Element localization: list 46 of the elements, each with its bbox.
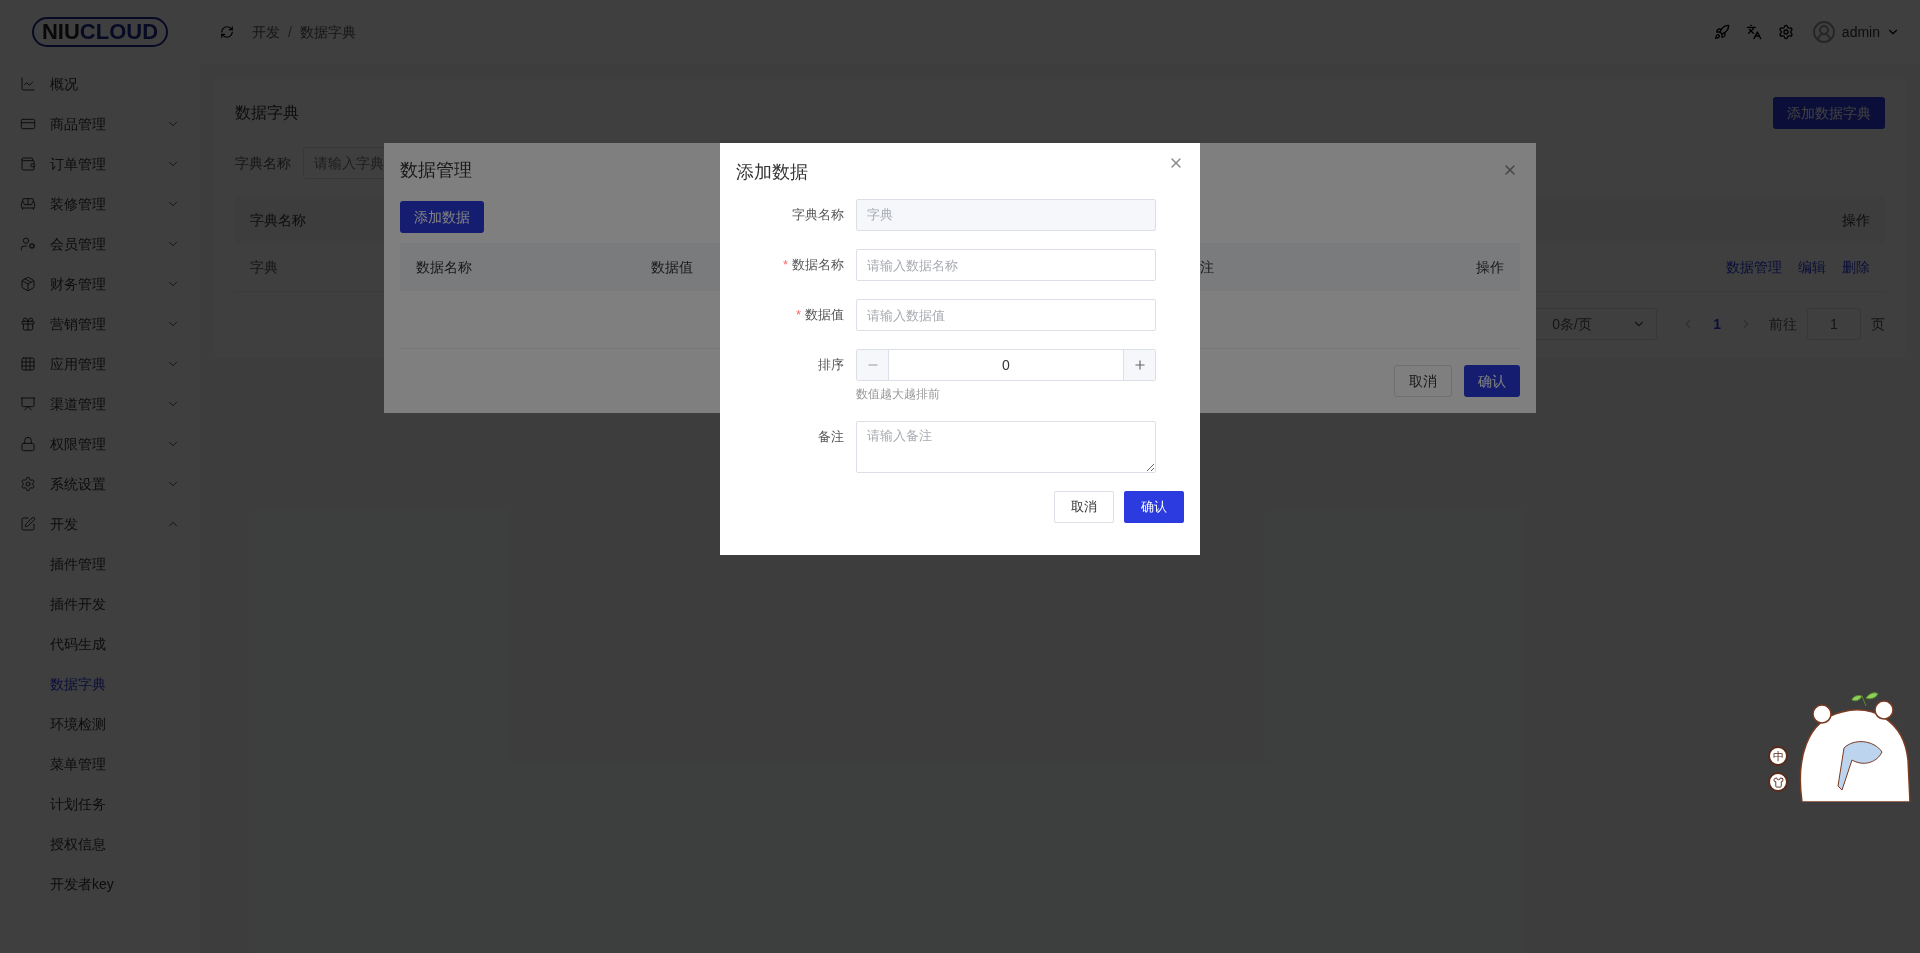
cancel-button[interactable]: 取消 — [1394, 365, 1452, 397]
box-icon — [20, 276, 36, 292]
text-field[interactable]: 请输入数据名称 — [856, 249, 1156, 281]
number-value: 0 — [1001, 355, 1011, 375]
grid-icon — [20, 356, 36, 372]
required-mark: * — [795, 306, 801, 325]
confirm-button[interactable]: 确认 — [1464, 365, 1520, 397]
easel-icon — [20, 396, 36, 412]
field-label: 排序 — [818, 356, 844, 375]
cancel-button[interactable]: 取消 — [1054, 491, 1114, 523]
edit-icon — [20, 516, 36, 532]
text-field[interactable]: 请输入数据值 — [856, 299, 1156, 331]
dialog-title: 数据管理 — [400, 158, 472, 182]
column-header: 数据名称 — [416, 257, 472, 277]
translate-icon[interactable] — [1745, 24, 1762, 40]
chart-icon — [20, 76, 36, 92]
remark-field[interactable]: 请输入备注 — [856, 421, 1156, 473]
add-data-button[interactable]: 添加数据 — [400, 201, 484, 233]
field-label: 数据值 — [805, 306, 844, 325]
user-icon — [20, 236, 36, 252]
column-header: 数据值 — [651, 257, 693, 277]
card-icon — [20, 116, 36, 132]
field-hint: 数值越大越排前 — [856, 386, 941, 403]
increment-button[interactable] — [1123, 350, 1155, 380]
dialog-title: 添加数据 — [736, 161, 808, 184]
number-stepper[interactable]: 0 — [856, 349, 1156, 381]
wallet-icon — [20, 156, 36, 172]
rocket-icon[interactable] — [1713, 24, 1730, 40]
breadcrumb-separator: / — [288, 22, 292, 42]
settings-icon — [20, 476, 36, 492]
required-mark: * — [782, 256, 788, 275]
decrement-button[interactable] — [857, 350, 889, 380]
settings-icon[interactable] — [1777, 24, 1794, 40]
shirt-icon — [1772, 776, 1784, 788]
field-label: 备注 — [818, 428, 844, 447]
gift-icon — [20, 316, 36, 332]
column-header: 操作 — [1476, 257, 1504, 277]
sofa-icon — [20, 196, 36, 212]
field-label: 字典名称 — [792, 206, 844, 225]
field-label: 数据名称 — [792, 256, 844, 275]
confirm-button[interactable]: 确认 — [1124, 491, 1184, 523]
lock-icon — [20, 436, 36, 452]
avatar-icon[interactable] — [1811, 20, 1836, 44]
plus-icon — [1132, 358, 1147, 372]
column-header: 注 — [1200, 257, 1214, 277]
refresh-icon[interactable] — [220, 25, 234, 39]
